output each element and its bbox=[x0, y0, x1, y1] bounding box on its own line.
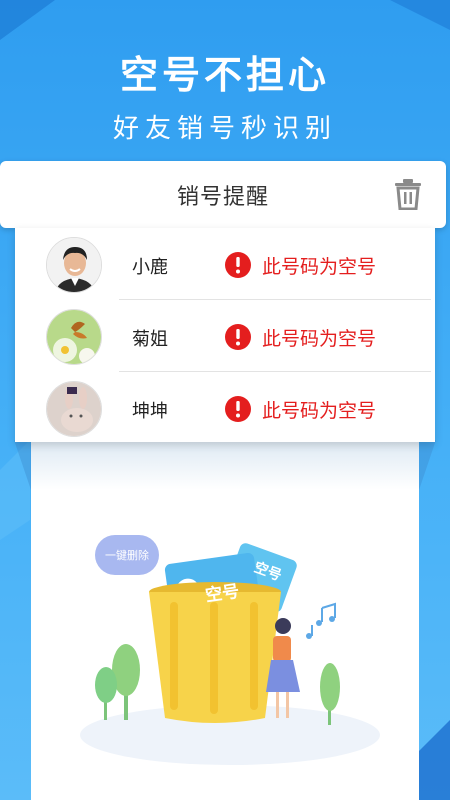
contact-name: 小鹿 bbox=[132, 257, 168, 278]
avatar-butterfly bbox=[46, 309, 102, 365]
warning-icon bbox=[225, 252, 251, 278]
status-text: 此号码为空号 bbox=[262, 400, 377, 422]
contact-name: 菊姐 bbox=[132, 329, 168, 350]
panel-shadow-left bbox=[14, 440, 31, 490]
contact-name: 坤坤 bbox=[132, 401, 168, 422]
avatar-rabbit bbox=[46, 381, 102, 437]
hero-subline: 好友销号秒识别 bbox=[112, 114, 337, 144]
warning-icon bbox=[225, 324, 251, 350]
panel-fade bbox=[31, 440, 419, 490]
contact-list: 小鹿 此号码为空号 菊姐 此号码为空号 坤坤 此号码为空号 bbox=[15, 228, 435, 442]
list-item[interactable]: 菊姐 此号码为空号 bbox=[15, 300, 435, 372]
card-label: 空号 bbox=[204, 581, 241, 607]
list-item[interactable]: 小鹿 此号码为空号 bbox=[15, 228, 435, 300]
header-title: 销号提醒 bbox=[176, 184, 269, 210]
panel-shadow-right bbox=[419, 440, 436, 490]
warning-icon bbox=[225, 396, 251, 422]
one-tap-delete-bubble: 一键删除 bbox=[95, 535, 159, 575]
list-item[interactable]: 坤坤 此号码为空号 bbox=[15, 372, 435, 444]
avatar-man bbox=[46, 237, 102, 293]
trash-icon[interactable] bbox=[392, 177, 424, 211]
status-text: 此号码为空号 bbox=[262, 256, 377, 278]
hero-headline: 空号不担心 bbox=[119, 53, 330, 97]
status-text: 此号码为空号 bbox=[262, 328, 377, 350]
reminder-header: 销号提醒 bbox=[0, 161, 446, 228]
